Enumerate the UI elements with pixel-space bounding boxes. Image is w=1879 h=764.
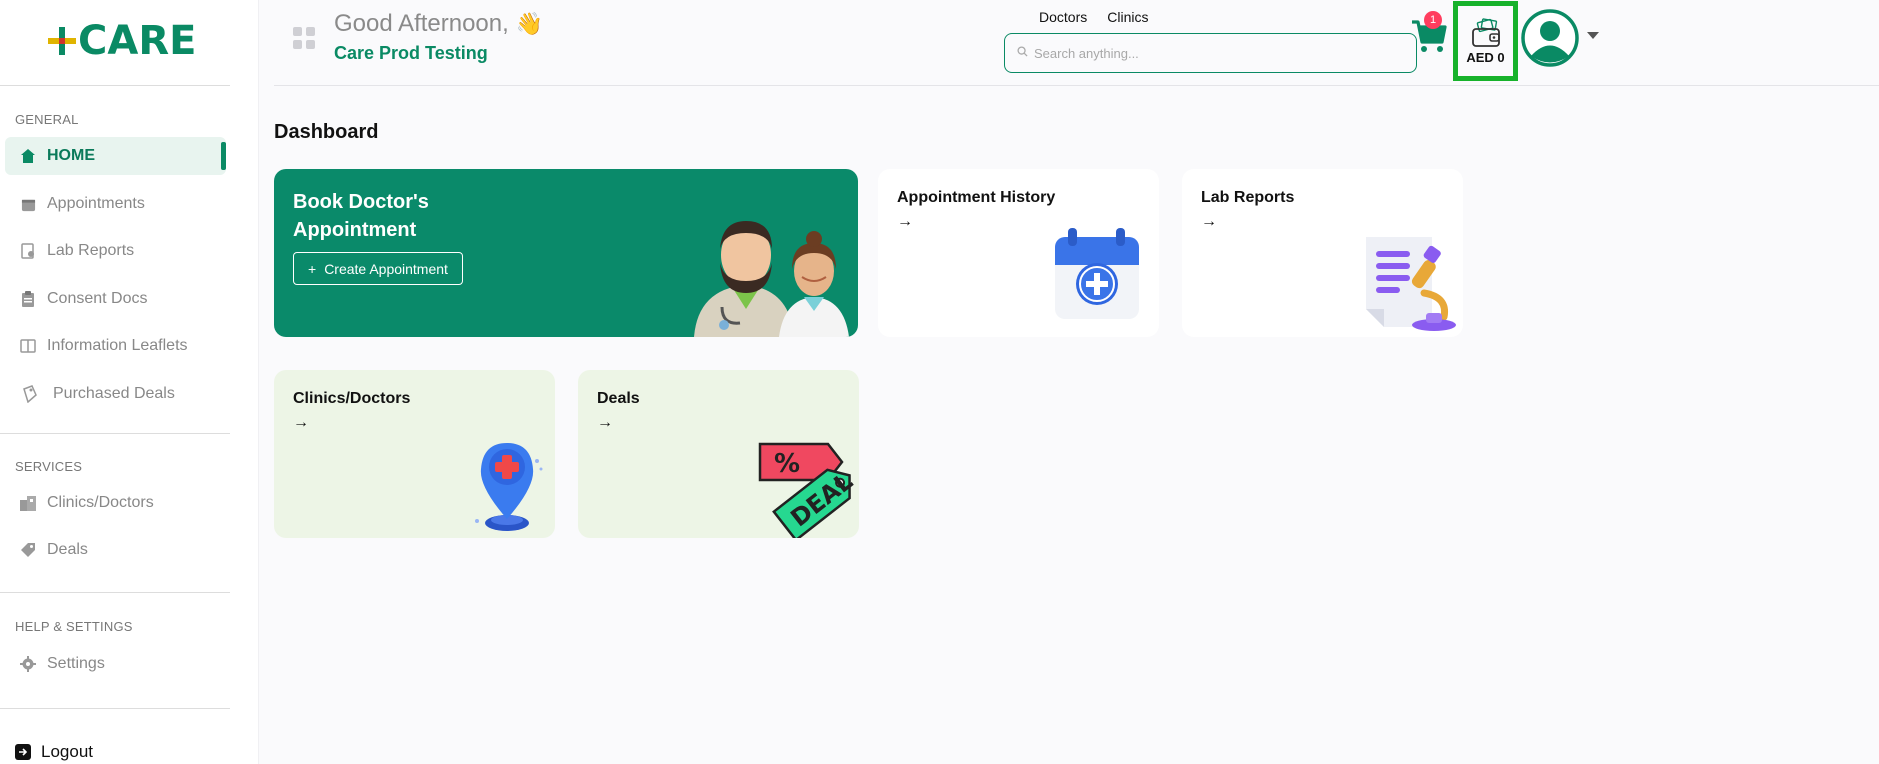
sidebar-item-label: Information Leaflets [47,337,188,354]
create-appointment-button[interactable]: + Create Appointment [293,252,463,285]
card-title: Appointment History [897,189,1056,206]
card-title: Lab Reports [1201,189,1295,206]
sidebar-item-purchased-deals[interactable]: Purchased Deals [5,375,226,413]
deal-tag-icon: % DEAL [758,442,858,538]
purchased-deals-icon [21,385,39,403]
sidebar-item-deals[interactable]: Deals [5,531,226,569]
search-box[interactable] [1004,33,1417,73]
lab-report-icon [19,242,37,260]
logo-text: CARE [78,18,197,64]
user-avatar[interactable] [1521,9,1579,67]
plus-icon: + [308,260,317,277]
section-label-help-settings: HELP & SETTINGS [15,619,133,634]
sidebar-item-settings[interactable]: Settings [5,645,226,683]
arrow-right-icon: → [597,414,613,431]
divider [0,85,230,86]
book-appointment-title: Book Doctor's Appointment [293,191,429,241]
search-tab-doctors[interactable]: Doctors [1039,9,1087,25]
sidebar-item-label: Deals [47,541,88,558]
clipboard-icon [19,290,37,308]
deals-card[interactable]: Deals → % DEAL [578,370,859,538]
top-header: Good Afternoon, 👋 Care Prod Testing Doct… [274,0,1879,86]
logout-label: Logout [41,742,93,761]
arrow-right-icon: → [293,414,309,431]
doctors-illustration [694,221,849,337]
search-icon [1017,44,1028,62]
greeting: Good Afternoon, 👋 [334,10,543,38]
greeting-text: Good Afternoon, [334,10,509,37]
svg-text:%: % [774,449,800,479]
sidebar-item-label: Clinics/Doctors [47,494,154,511]
chevron-down-icon[interactable] [1587,32,1599,39]
logout-button[interactable]: Logout [15,742,93,762]
sidebar-item-label: Purchased Deals [53,385,175,402]
location-pin-icon [475,443,543,531]
calendar-plus-icon [1055,228,1139,319]
divider [0,708,230,709]
sidebar-item-information-leaflets[interactable]: Information Leaflets [5,327,226,365]
search-tab-clinics[interactable]: Clinics [1107,9,1148,25]
grid-menu-icon[interactable] [293,27,315,49]
card-title: Deals [597,390,640,407]
sidebar-item-lab-reports[interactable]: Lab Reports [5,232,226,270]
card-title: Clinics/Doctors [293,390,411,407]
leaflet-icon [19,337,37,355]
divider [0,592,230,593]
user-avatar-icon [1521,9,1579,67]
arrow-right-icon: → [897,213,913,230]
sidebar-item-appointments[interactable]: Appointments [5,185,226,223]
arrow-right-icon: → [1201,213,1217,230]
sidebar-item-label: Lab Reports [47,242,135,259]
clinic-icon [19,494,37,512]
cart-count-badge: 1 [1424,11,1442,29]
sidebar-item-label: HOME [47,147,95,164]
wallet-icon [1471,17,1500,47]
user-name: Care Prod Testing [334,43,488,63]
sidebar: CARE GENERAL HOME Appointments Lab Repor… [0,0,259,764]
sidebar-item-consent-docs[interactable]: Consent Docs [5,280,226,318]
sidebar-item-clinics-doctors[interactable]: Clinics/Doctors [5,484,226,522]
gear-icon [19,655,37,673]
wallet-button[interactable]: AED 0 [1453,1,1518,81]
sidebar-item-label: Consent Docs [47,290,148,307]
section-label-general: GENERAL [15,112,79,127]
sidebar-item-label: Settings [47,655,105,672]
lab-reports-card[interactable]: Lab Reports → [1182,169,1463,337]
sidebar-item-label: Appointments [47,195,145,212]
wallet-amount: AED 0 [1466,49,1505,65]
book-appointment-card: Book Doctor's Appointment + Create Appoi… [274,169,858,337]
page-title: Dashboard [274,121,379,143]
logout-icon [15,744,31,760]
appointment-history-card[interactable]: Appointment History → [878,169,1159,337]
search-input[interactable] [1034,45,1394,61]
home-icon [19,147,37,165]
care-logo[interactable]: CARE [48,16,196,66]
plus-logo-icon [48,27,76,55]
tag-icon [19,541,37,559]
section-label-services: SERVICES [15,459,83,474]
search-tabs: Doctors Clinics [1039,9,1148,25]
microscope-report-icon [1366,237,1456,331]
wave-emoji-icon: 👋 [515,11,543,36]
sidebar-item-home[interactable]: HOME [5,137,226,175]
clinics-doctors-card[interactable]: Clinics/Doctors → [274,370,555,538]
create-appointment-label: Create Appointment [324,260,448,277]
divider [0,433,230,434]
calendar-icon [19,195,37,213]
